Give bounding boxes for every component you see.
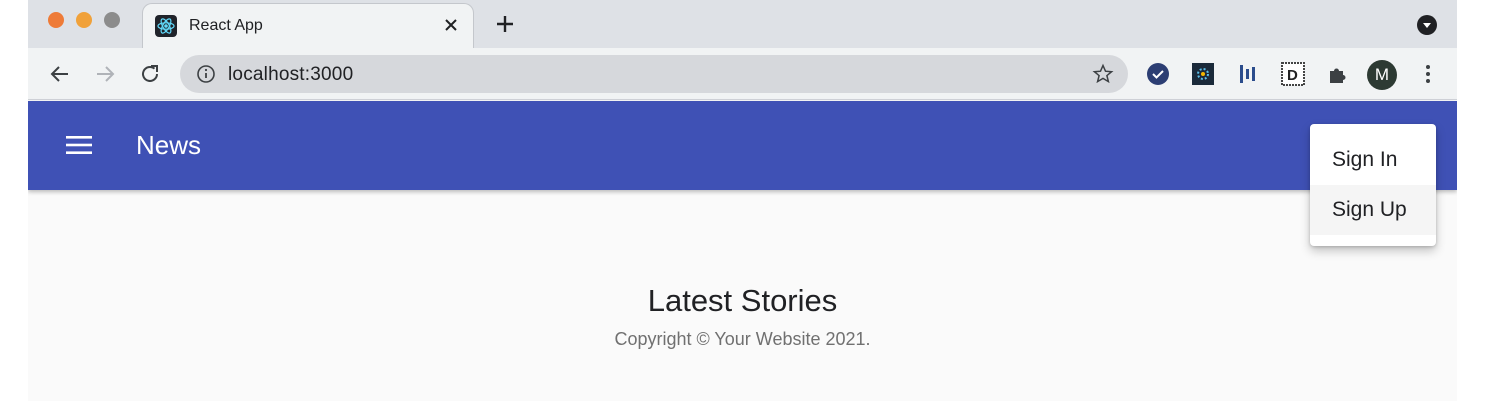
footer-title: Latest Stories — [647, 283, 838, 318]
url-text[interactable]: localhost:3000 — [228, 64, 353, 86]
sign-in-menu-item[interactable]: Sign In — [1310, 135, 1436, 185]
react-logo-icon — [155, 15, 177, 37]
hamburger-icon[interactable] — [65, 133, 93, 157]
browser-window: React App localhost:3000 D M News Sign I… — [28, 0, 1457, 401]
puzzle-icon[interactable] — [1326, 62, 1350, 86]
plus-icon[interactable] — [494, 13, 516, 35]
todo-check-icon[interactable] — [1146, 62, 1170, 86]
tab-search-icon[interactable] — [1417, 15, 1437, 35]
extension-icon[interactable] — [1191, 62, 1215, 86]
forward-icon[interactable] — [93, 62, 117, 86]
back-icon[interactable] — [48, 62, 72, 86]
tab-title: React App — [189, 17, 263, 34]
account-menu: Sign In Sign Up — [1310, 124, 1436, 246]
footer-copyright: Copyright © Your Website 2021. — [614, 329, 871, 349]
browser-toolbar: localhost:3000 D M — [28, 48, 1457, 100]
reload-icon[interactable] — [138, 62, 162, 86]
tab-strip: React App — [28, 0, 1457, 48]
tab-react-app[interactable]: React App — [142, 3, 474, 48]
app-title: News — [136, 130, 202, 160]
minimize-window-button[interactable] — [76, 12, 92, 28]
close-icon[interactable] — [443, 17, 459, 33]
extension-icon[interactable] — [1236, 62, 1260, 86]
star-icon[interactable] — [1092, 63, 1114, 85]
maximize-window-button[interactable] — [104, 12, 120, 28]
close-window-button[interactable] — [48, 12, 64, 28]
extension-icon[interactable]: D — [1281, 62, 1305, 86]
info-icon[interactable] — [196, 64, 216, 84]
avatar[interactable]: M — [1367, 60, 1397, 90]
kebab-menu-icon[interactable] — [1416, 62, 1440, 86]
app-bar: News — [28, 101, 1457, 190]
svg-text:D: D — [1287, 67, 1298, 84]
sign-up-menu-item[interactable]: Sign Up — [1310, 185, 1436, 235]
address-bar[interactable]: localhost:3000 — [180, 55, 1128, 93]
